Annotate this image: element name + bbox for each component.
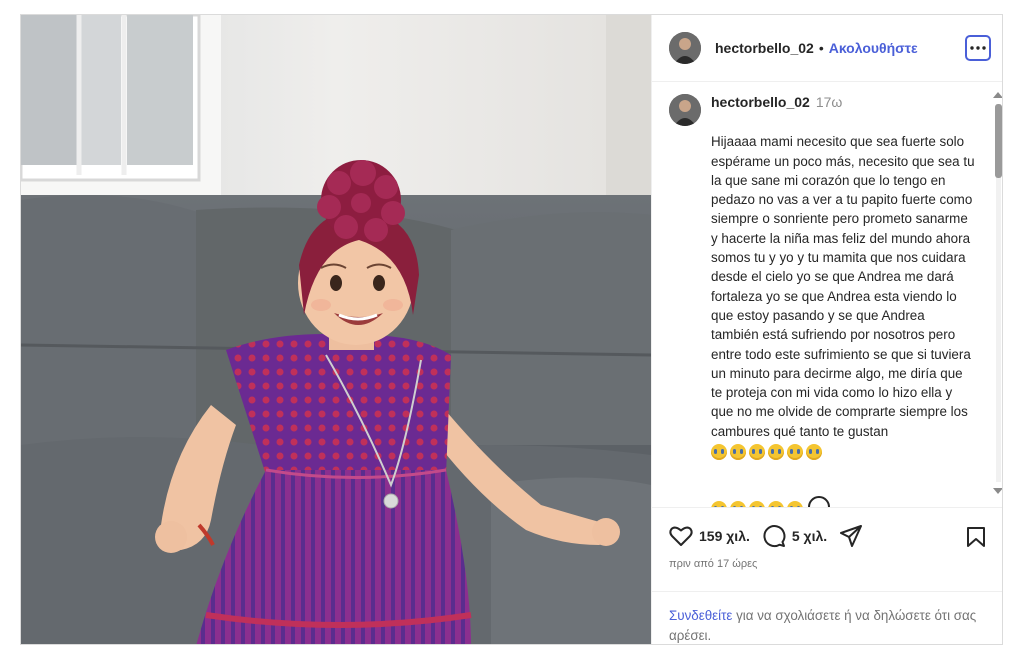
comments-count[interactable]: 5 χιλ.	[792, 528, 827, 544]
caption-username[interactable]: hectorbello_02	[711, 94, 810, 110]
share-icon[interactable]	[839, 525, 863, 547]
scroll-down-arrow-icon[interactable]	[993, 488, 1002, 494]
profile-photo-icon	[669, 32, 701, 64]
comment-icon[interactable]	[762, 524, 786, 548]
caption-body: Hijaaaa mami necesito que sea fuerte sol…	[711, 134, 975, 439]
crying-face-emoji	[768, 443, 784, 460]
post-timestamp[interactable]: πριν από 17 ώρες	[669, 558, 757, 570]
crying-face-emoji	[749, 443, 765, 460]
caption-header: hectorbello_02 17ω	[711, 94, 842, 110]
post-side-panel: hectorbello_02 • Ακολουθήστε hectorbello…	[651, 15, 1002, 644]
profile-photo-icon	[669, 94, 701, 126]
login-link[interactable]: Συνδεθείτε	[669, 608, 732, 623]
comments-area[interactable]: hectorbello_02 17ω Hijaaaa mami necesito …	[652, 82, 1002, 507]
more-options-button[interactable]	[965, 35, 991, 61]
crying-face-emoji	[787, 443, 803, 460]
post-header: hectorbello_02 • Ακολουθήστε	[652, 15, 1002, 82]
crying-face-emoji	[711, 443, 727, 460]
heart-icon[interactable]	[669, 525, 693, 547]
comments-scrollbar[interactable]	[992, 92, 1002, 494]
likes-count[interactable]: 159 χιλ.	[699, 528, 750, 544]
girl-on-sofa-photo	[21, 15, 651, 644]
emoji-row	[711, 443, 822, 460]
scroll-thumb[interactable]	[995, 104, 1002, 178]
caption-avatar[interactable]	[669, 94, 701, 126]
crying-face-emoji	[730, 443, 746, 460]
follow-button[interactable]: Ακολουθήστε	[829, 40, 918, 56]
instagram-post-embed: hectorbello_02 • Ακολουθήστε hectorbello…	[20, 14, 1003, 645]
post-photo[interactable]	[21, 15, 651, 644]
action-row: 159 χιλ. 5 χιλ.	[669, 524, 863, 548]
author-username[interactable]: hectorbello_02	[715, 40, 814, 56]
post-actions: 159 χιλ. 5 χιλ. πριν από 17 ώρες Συνδεθε…	[652, 507, 1002, 644]
scroll-up-arrow-icon[interactable]	[993, 92, 1002, 98]
bookmark-icon[interactable]	[966, 526, 986, 548]
crying-face-emoji	[806, 443, 822, 460]
caption-time: 17ω	[815, 94, 843, 110]
ellipsis-icon	[970, 46, 986, 50]
login-prompt: Συνδεθείτε για να σχολιάσετε ή να δηλώσε…	[652, 591, 1002, 644]
avatar[interactable]	[669, 32, 701, 64]
caption-text: Hijaaaa mami necesito que sea fuerte sol…	[711, 113, 975, 507]
separator-dot: •	[818, 40, 824, 56]
